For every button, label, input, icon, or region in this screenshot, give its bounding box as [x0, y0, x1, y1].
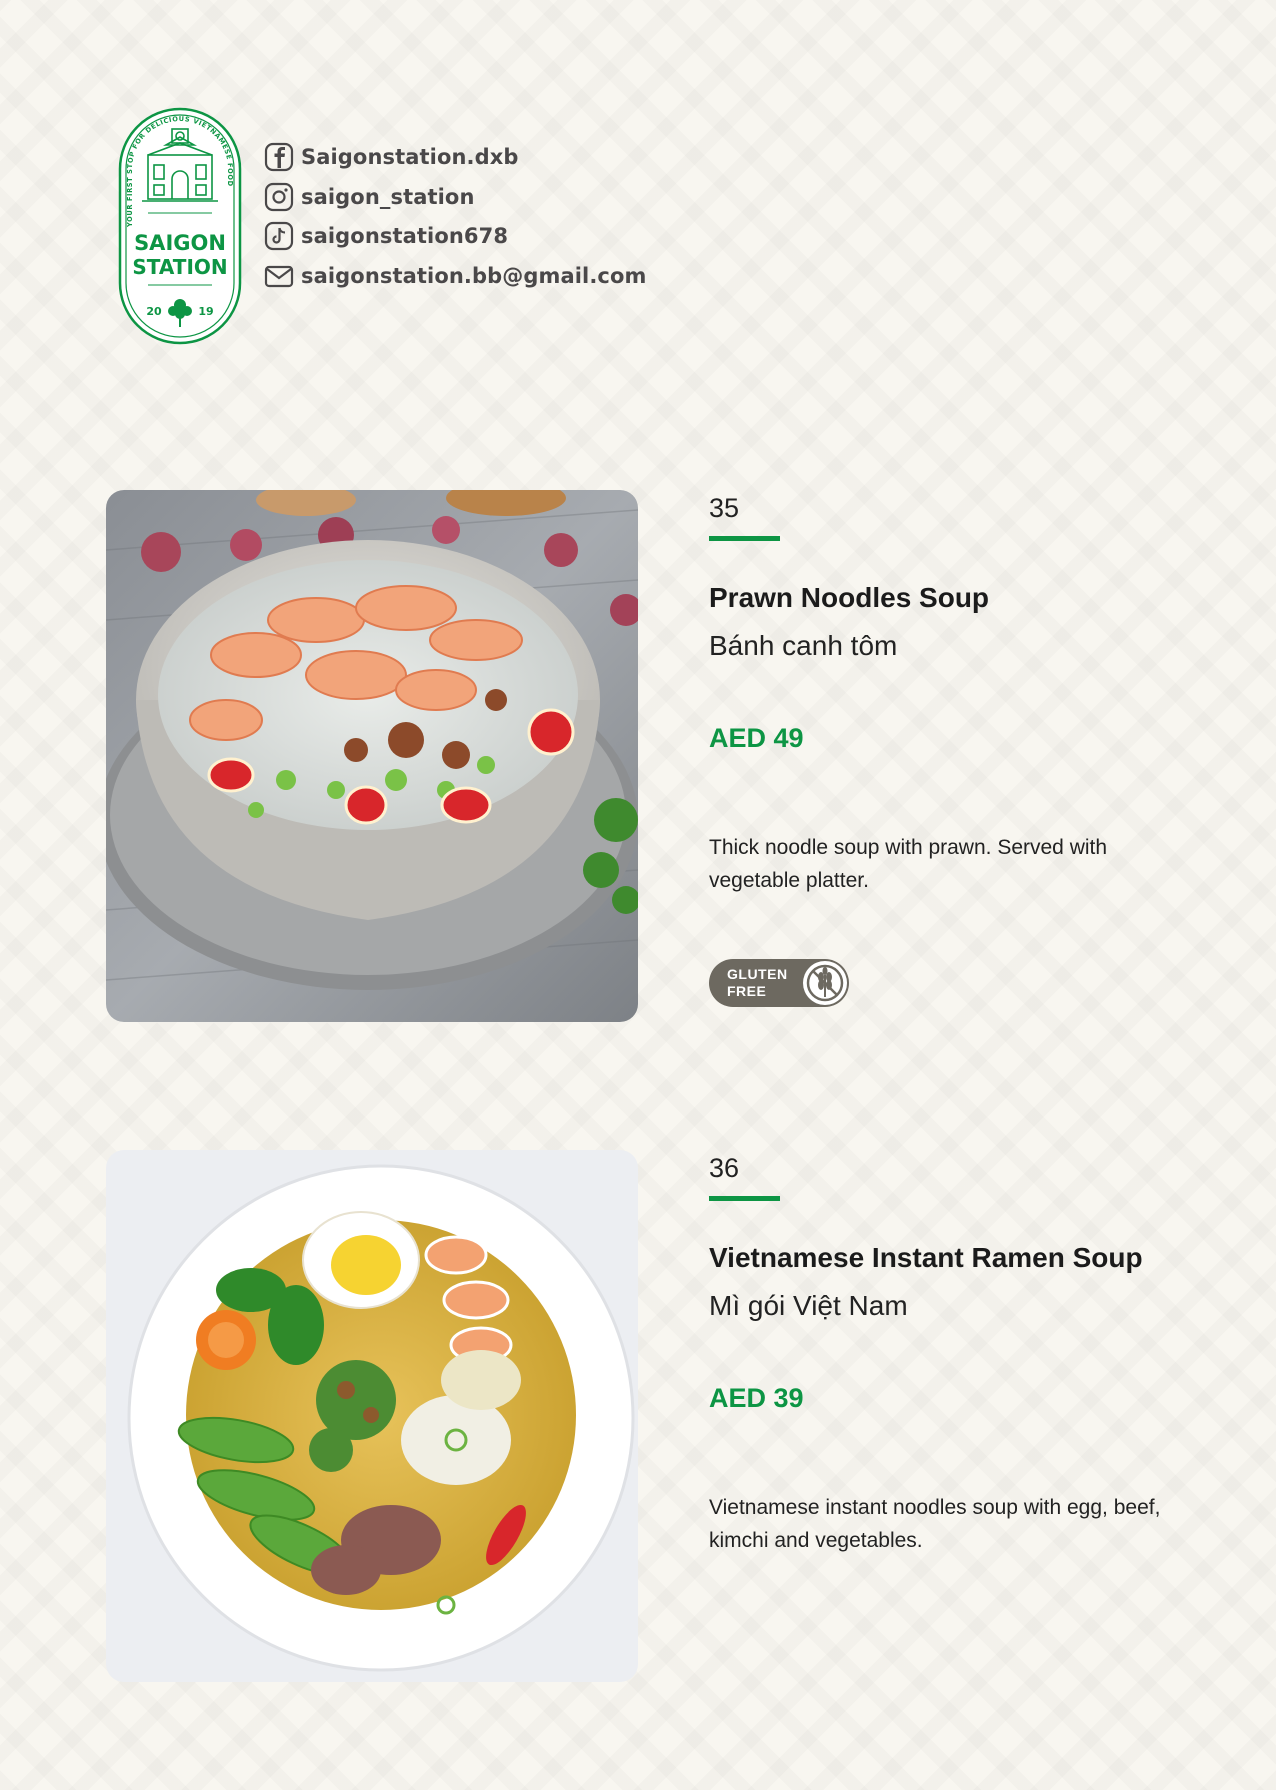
instagram-icon	[264, 182, 294, 212]
email-address: saigonstation.bb@gmail.com	[301, 263, 647, 288]
dish-36-info: 36 Vietnamese Instant Ramen Soup Mì gói …	[709, 1150, 1229, 1557]
dish-description: Thick noodle soup with prawn. Served wit…	[709, 836, 1108, 892]
tiktok-icon	[264, 221, 294, 251]
dish-name-vietnamese: Mì gói Việt Nam	[709, 1290, 908, 1321]
brand-logo: YOUR FIRST STOP FOR DELICIOUS VIETNAMESE…	[118, 107, 242, 345]
svg-text:STATION: STATION	[132, 255, 227, 279]
dish-number: 36	[709, 1153, 740, 1183]
facebook-icon	[264, 142, 294, 172]
email-icon	[264, 261, 294, 291]
instagram-handle: saigon_station	[301, 184, 475, 209]
contact-instagram[interactable]: saigon_station	[264, 182, 646, 212]
dish-name-english: Prawn Noodles Soup	[709, 582, 990, 613]
dish-name-english: Vietnamese Instant Ramen Soup	[709, 1242, 1143, 1273]
badge-label: GLUTEN FREE	[727, 966, 788, 999]
contact-facebook[interactable]: Saigonstation.dxb	[264, 142, 646, 172]
wheat-crossed-icon	[803, 961, 847, 1005]
dish-price: AED 39	[709, 1383, 804, 1413]
contact-email[interactable]: saigonstation.bb@gmail.com	[264, 261, 646, 291]
instant-ramen-soup-photo	[106, 1150, 638, 1682]
svg-text:SAIGON: SAIGON	[134, 231, 226, 255]
dish-price: AED 49	[709, 723, 804, 753]
contact-list: Saigonstation.dxb saigon_station saigons…	[264, 142, 646, 300]
dish-number: 35	[709, 493, 740, 523]
facebook-handle: Saigonstation.dxb	[301, 145, 519, 169]
dish-35-info: 35 Prawn Noodles Soup Bánh canh tôm AED …	[709, 490, 1229, 1007]
dish-description: Vietnamese instant noodles soup with egg…	[709, 1496, 1161, 1552]
svg-text:20: 20	[146, 305, 162, 318]
prawn-noodle-soup-photo	[106, 490, 638, 1022]
tiktok-handle: saigonstation678	[301, 224, 509, 248]
svg-text:19: 19	[198, 305, 213, 318]
dish-name-vietnamese: Bánh canh tôm	[709, 630, 898, 661]
divider	[709, 1196, 780, 1201]
contact-tiktok[interactable]: saigonstation678	[264, 221, 646, 251]
gluten-free-badge: GLUTEN FREE	[709, 959, 849, 1007]
divider	[709, 536, 780, 541]
